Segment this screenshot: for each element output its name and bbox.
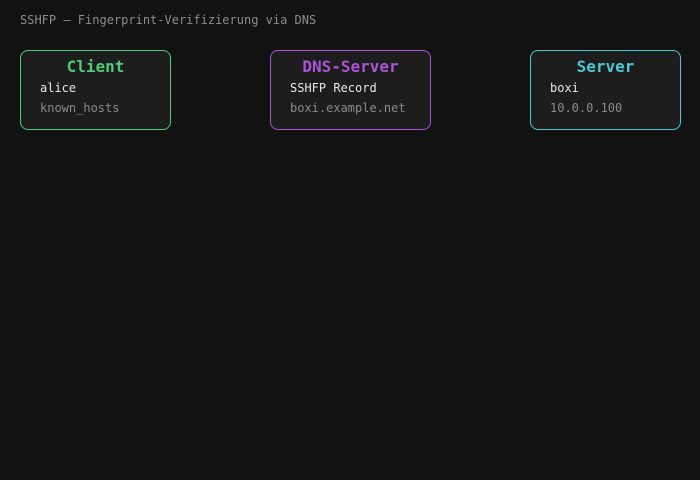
client-node-title: Client	[66, 57, 125, 76]
diagram-title: SSHFP — Fingerprint-Verifizierung via DN…	[20, 13, 317, 27]
server-node-title: Server	[576, 57, 635, 76]
server-node: Server boxi 10.0.0.100	[530, 50, 681, 130]
dns-server-node: DNS-Server SSHFP Record boxi.example.net	[270, 50, 431, 130]
dns-server-node-hostname: boxi.example.net	[290, 101, 406, 115]
client-node-file: known_hosts	[40, 101, 120, 115]
dns-server-node-record: SSHFP Record	[290, 81, 377, 95]
server-node-hostname: boxi	[550, 81, 579, 95]
dns-server-node-title: DNS-Server	[302, 57, 399, 76]
client-node: Client alice known_hosts	[20, 50, 171, 130]
client-node-user: alice	[40, 81, 77, 95]
server-node-ip: 10.0.0.100	[550, 101, 623, 115]
